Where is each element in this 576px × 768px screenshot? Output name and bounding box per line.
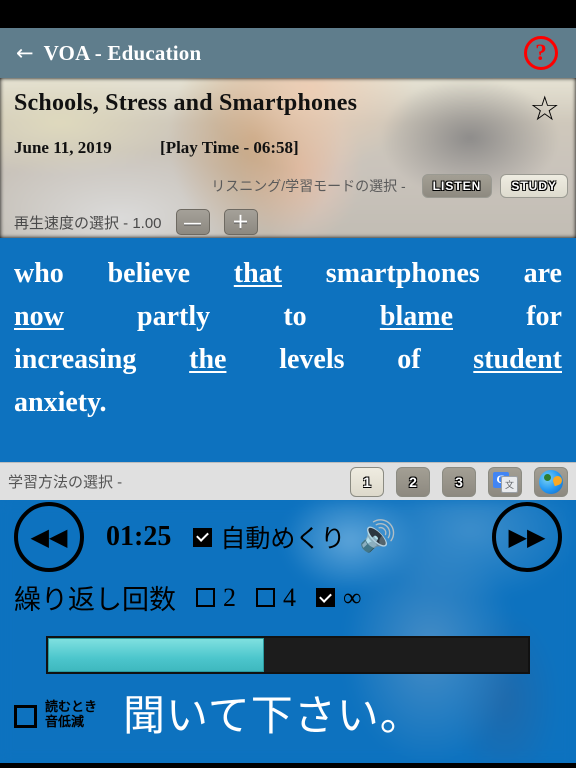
transcript-word: increasing xyxy=(14,344,137,375)
repeat-infinite-label: ∞ xyxy=(343,582,362,612)
article-header: Schools, Stress and Smartphones ☆ June 1… xyxy=(0,78,576,238)
mode-selection-row: リスニング/学習モードの選択 - LISTEN STUDY xyxy=(211,174,568,198)
playback-progress-bar[interactable] xyxy=(46,636,530,674)
speed-minus-button[interactable]: — xyxy=(175,209,210,235)
study-mode-button[interactable]: STUDY xyxy=(500,174,568,198)
bottom-status-row: 読むとき 音低減 聞いて下さい。 xyxy=(14,695,423,737)
google-translate-icon[interactable]: G 文 xyxy=(488,466,522,497)
transcript-panel[interactable]: who believe that smartphones are now partly to… xyxy=(0,238,576,462)
forward-button[interactable]: ▶▶ xyxy=(492,502,562,572)
transcript-word-link[interactable]: now xyxy=(14,301,64,333)
elapsed-time: 01:25 xyxy=(106,521,172,552)
autoflip-label: 自動めくり xyxy=(220,524,346,553)
rewind-button[interactable]: ◀◀ xyxy=(14,502,84,572)
repeat-4-checkbox[interactable] xyxy=(256,588,275,607)
repeat-4-label: 4 xyxy=(283,582,296,612)
transcript-word: to xyxy=(283,301,307,332)
study-method-3-button[interactable]: 3 xyxy=(442,466,476,497)
status-bar xyxy=(0,0,576,28)
study-method-2-button[interactable]: 2 xyxy=(396,466,430,497)
repeat-count-label: 繰り返し回数 xyxy=(14,585,176,616)
article-play-time: [Play Time - 06:58] xyxy=(160,138,299,157)
transcript-line: anxiety. xyxy=(14,387,562,419)
repeat-2-label: 2 xyxy=(223,582,236,612)
transcript-word: who xyxy=(14,258,64,289)
status-message: 聞いて下さい。 xyxy=(123,691,423,740)
transcript-line: now partly to blame for xyxy=(14,301,562,333)
playback-speed-row: 再生速度の選択 - 1.00 — ＋ xyxy=(14,209,258,235)
repeat-2-checkbox[interactable] xyxy=(196,588,215,607)
reduce-volume-label-line1: 読むとき xyxy=(45,700,98,716)
transcript-word: are xyxy=(523,258,562,289)
speaker-volume-icon[interactable]: 🔊 xyxy=(359,522,396,552)
player-controls-row: ◀◀ 01:25 自動めくり 🔊 ▶▶ xyxy=(0,502,576,572)
repeat-count-row: 繰り返し回数 2 4 ∞ xyxy=(14,578,362,617)
repeat-option-2[interactable]: 2 xyxy=(196,583,236,613)
speed-plus-button[interactable]: ＋ xyxy=(223,209,258,235)
transcript-word: of xyxy=(397,344,421,375)
transcript-word: believe xyxy=(107,258,190,289)
google-translate-target-glyph: 文 xyxy=(501,475,518,493)
header-title: VOA - Education xyxy=(43,40,202,65)
favorite-star-icon[interactable]: ☆ xyxy=(530,92,560,126)
transcript-word: for xyxy=(526,301,562,332)
transcript-word: smartphones xyxy=(325,258,480,289)
parrot-body xyxy=(539,469,563,494)
article-title: Schools, Stress and Smartphones xyxy=(14,90,358,116)
repeat-option-4[interactable]: 4 xyxy=(256,583,296,613)
repeat-infinite-checkbox[interactable] xyxy=(316,588,335,607)
transcript-word-link[interactable]: blame xyxy=(380,301,453,333)
reduce-volume-checkbox[interactable] xyxy=(14,704,37,728)
transcript-word: partly xyxy=(137,301,211,332)
transcript-word-link[interactable]: student xyxy=(473,344,562,376)
study-method-1-button[interactable]: 1 xyxy=(350,466,384,497)
transcript-word-link[interactable]: that xyxy=(234,258,282,290)
transcript-word: anxiety. xyxy=(14,387,107,418)
app-root: ← VOA - Education ? Schools, Stress and … xyxy=(0,0,576,768)
reduce-volume-label-line2: 音低減 xyxy=(45,715,85,730)
study-method-bar: 学習方法の選択 - 1 2 3 G 文 xyxy=(0,462,576,500)
study-method-label: 学習方法の選択 - xyxy=(8,474,123,491)
transcript-word: levels xyxy=(279,344,345,375)
transcript-line: increasing the levels of student xyxy=(14,344,562,376)
mode-selection-label: リスニング/学習モードの選択 - xyxy=(211,178,406,194)
reduce-volume-label: 読むとき 音低減 xyxy=(45,700,98,731)
article-date: June 11, 2019 xyxy=(14,138,112,157)
listen-mode-button[interactable]: LISTEN xyxy=(421,174,493,198)
autoflip-toggle[interactable]: 自動めくり xyxy=(193,519,345,555)
help-icon[interactable]: ? xyxy=(524,36,558,70)
player-panel: ◀◀ 01:25 自動めくり 🔊 ▶▶ 繰り返し回数 2 4 ∞ 読むとき 音低… xyxy=(0,500,576,763)
parrot-icon[interactable] xyxy=(534,466,568,497)
transcript-word-link[interactable]: the xyxy=(189,344,226,376)
app-header: ← VOA - Education ? xyxy=(0,28,576,78)
transcript-line: who believe that smartphones are xyxy=(14,258,562,290)
study-method-buttons: 1 2 3 G 文 xyxy=(350,466,568,497)
playback-progress-fill xyxy=(48,638,264,672)
playback-speed-label: 再生速度の選択 - 1.00 xyxy=(14,214,162,232)
repeat-option-infinite[interactable]: ∞ xyxy=(316,583,362,613)
back-arrow-icon[interactable]: ← xyxy=(16,42,34,64)
article-meta: June 11, 2019 [Play Time - 06:58] xyxy=(14,138,299,158)
autoflip-checkbox[interactable] xyxy=(193,527,213,547)
